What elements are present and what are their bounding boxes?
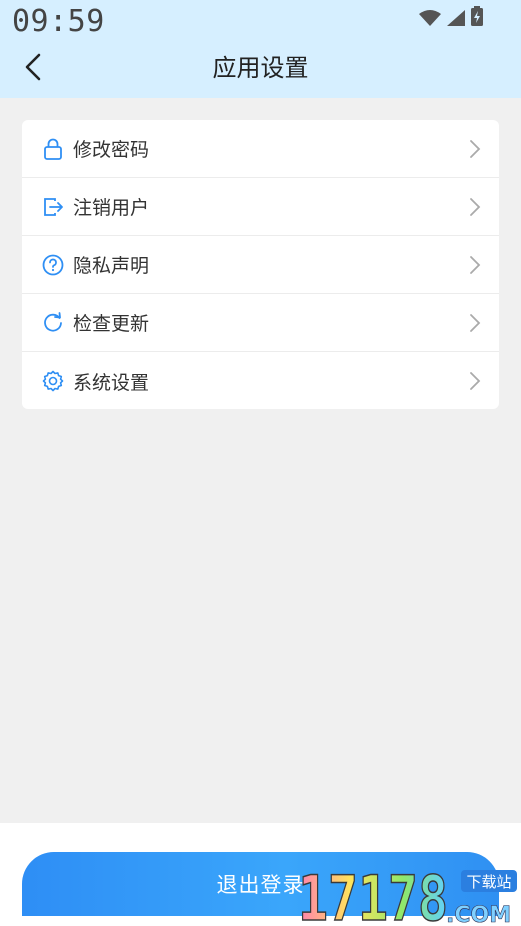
chevron-right-icon xyxy=(470,256,481,274)
logout-button-label: 退出登录 xyxy=(216,873,305,897)
gear-icon xyxy=(42,370,64,392)
menu-item-label: 隐私声明 xyxy=(73,255,150,277)
menu-item-change-password[interactable]: 修改密码 xyxy=(22,120,499,178)
menu-item-privacy-statement[interactable]: 隐私声明 xyxy=(22,236,499,294)
logout-button[interactable]: 退出登录 xyxy=(22,852,499,916)
wifi-icon xyxy=(419,10,441,26)
menu-item-system-settings[interactable]: 系统设置 xyxy=(22,352,499,409)
page-title: 应用设置 xyxy=(212,54,309,82)
signal-icon xyxy=(447,10,465,26)
refresh-icon xyxy=(42,312,64,334)
question-circle-icon xyxy=(42,254,64,276)
header-bar: 09:59 应用设置 xyxy=(0,0,521,98)
status-icons xyxy=(419,6,483,26)
chevron-right-icon xyxy=(470,314,481,332)
menu-item-label: 系统设置 xyxy=(73,371,150,394)
lock-icon xyxy=(42,138,64,160)
menu-item-label: 检查更新 xyxy=(73,313,150,335)
menu-item-label: 注销用户 xyxy=(73,197,150,219)
status-time: 09:59 xyxy=(12,4,105,39)
chevron-right-icon xyxy=(470,372,481,390)
menu-item-check-update[interactable]: 检查更新 xyxy=(22,294,499,352)
battery-icon xyxy=(471,6,483,26)
menu-item-deregister-user[interactable]: 注销用户 xyxy=(22,178,499,236)
chevron-right-icon xyxy=(470,140,481,158)
chevron-right-icon xyxy=(470,198,481,216)
settings-list: 修改密码 注销用户 隐私声明 检查更新 系统设置 xyxy=(22,120,499,409)
logout-door-icon xyxy=(42,196,64,218)
menu-item-label: 修改密码 xyxy=(73,139,150,161)
